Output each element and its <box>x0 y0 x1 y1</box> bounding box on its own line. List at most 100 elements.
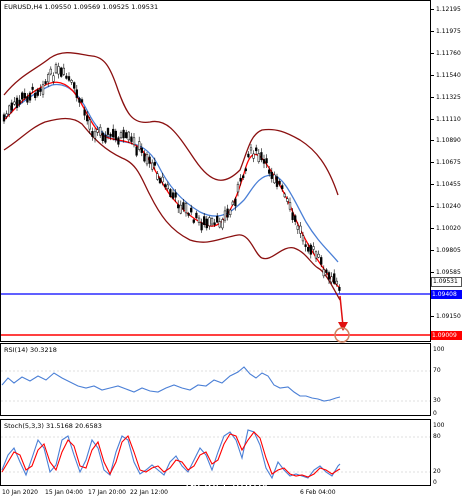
candle-body <box>304 244 307 247</box>
candle-body <box>229 209 232 215</box>
candle-body <box>13 101 16 105</box>
instaforex-watermark: instaforex <box>186 479 276 495</box>
candle-body <box>91 131 94 137</box>
price-tick-mark <box>431 162 434 164</box>
candle-body <box>26 96 29 103</box>
candle-body <box>114 130 117 140</box>
candle-body <box>203 216 206 226</box>
price-tick: 1.11110 <box>436 115 461 123</box>
candle-body <box>210 218 214 225</box>
price-tick-mark <box>431 184 434 186</box>
candle-body <box>161 176 164 183</box>
candle-body <box>208 217 211 227</box>
candle-body <box>296 225 299 230</box>
candle-body <box>96 129 99 133</box>
candle-body <box>309 244 312 255</box>
candle-body <box>140 147 143 153</box>
main-panel-border <box>0 0 431 342</box>
candle-body <box>221 219 224 229</box>
candle-body <box>31 86 34 90</box>
price-tick-mark <box>431 271 434 273</box>
candle-body <box>247 153 250 158</box>
candle-body <box>70 79 73 83</box>
candle-body <box>83 109 86 116</box>
candle-body <box>239 177 242 182</box>
candle-body <box>99 126 102 136</box>
candle-body <box>153 162 156 166</box>
price-tick-mark <box>431 315 434 317</box>
rsi-tick-100: 100 <box>433 346 445 353</box>
candle-body <box>119 132 123 139</box>
candle-body <box>5 113 8 117</box>
candle-body <box>262 159 266 164</box>
candle-body <box>314 251 318 259</box>
candle-body <box>54 64 58 74</box>
candle-body <box>47 74 50 83</box>
x-label: 15 Jan 04:00 <box>45 489 83 496</box>
candle-body <box>278 180 281 185</box>
stoch-tick-20: 20 <box>433 468 441 475</box>
x-label: 6 Feb 04:00 <box>300 489 336 496</box>
candle-body <box>62 67 65 75</box>
candle-body <box>192 219 195 223</box>
candle-body <box>294 215 297 222</box>
candle-body <box>257 153 260 162</box>
candle-body <box>223 210 227 221</box>
candle-body <box>216 215 219 223</box>
candle-body <box>106 128 110 135</box>
candle-body <box>174 192 177 198</box>
candle-body <box>18 99 21 105</box>
candle-body <box>260 152 263 161</box>
main-chart-title: EURUSD,H4 1.09550 1.09569 1.09525 1.0953… <box>4 3 159 11</box>
candle-body <box>39 88 42 92</box>
rsi-tick-70: 70 <box>433 367 441 374</box>
price-tick-mark <box>431 96 434 98</box>
blue-line-price-box: 1.09408 <box>431 290 462 299</box>
candle-body <box>166 184 169 190</box>
candle-body <box>335 280 338 285</box>
candle-body <box>86 115 89 122</box>
red-line-price-box: 1.09009 <box>431 331 462 340</box>
candle-body <box>67 76 71 81</box>
x-label: 17 Jan 20:00 <box>88 489 126 496</box>
slow-ma-line <box>3 83 339 263</box>
candle-body <box>109 133 112 137</box>
candle-body <box>164 184 167 188</box>
price-tick: 1.11540 <box>436 71 461 79</box>
down-arrow-shaft <box>339 295 344 327</box>
bollinger-upper-band <box>3 52 339 196</box>
candle-body <box>184 203 188 214</box>
candlesticks <box>2 62 341 294</box>
candle-body <box>200 222 203 231</box>
candle-body <box>213 222 216 225</box>
candle-body <box>101 132 104 141</box>
candle-body <box>320 257 323 265</box>
fast-ma-line <box>3 81 341 289</box>
candle-body <box>15 97 19 108</box>
candle-body <box>244 168 247 172</box>
candle-body <box>130 136 133 142</box>
candle-body <box>205 218 208 229</box>
candle-body <box>301 235 305 242</box>
candle-body <box>34 92 37 98</box>
candle-body <box>190 207 193 213</box>
candle-body <box>307 246 310 252</box>
candle-body <box>218 221 221 228</box>
price-tick-mark <box>431 74 434 76</box>
price-tick: 1.11975 <box>436 27 461 35</box>
x-label: 10 Jan 2020 <box>2 489 38 496</box>
candle-body <box>112 128 115 138</box>
candle-body <box>143 153 146 162</box>
candle-body <box>268 169 271 174</box>
price-tick: 1.10455 <box>436 181 461 189</box>
price-tick-mark <box>431 140 434 142</box>
candle-body <box>286 198 289 202</box>
stoch-signal-line <box>1 431 341 478</box>
candle-body <box>327 272 331 280</box>
rsi-tick-30: 30 <box>433 397 441 404</box>
candle-body <box>49 68 52 75</box>
candle-body <box>122 129 125 139</box>
candle-body <box>281 185 284 190</box>
candle-body <box>179 204 182 214</box>
candle-body <box>333 273 336 284</box>
